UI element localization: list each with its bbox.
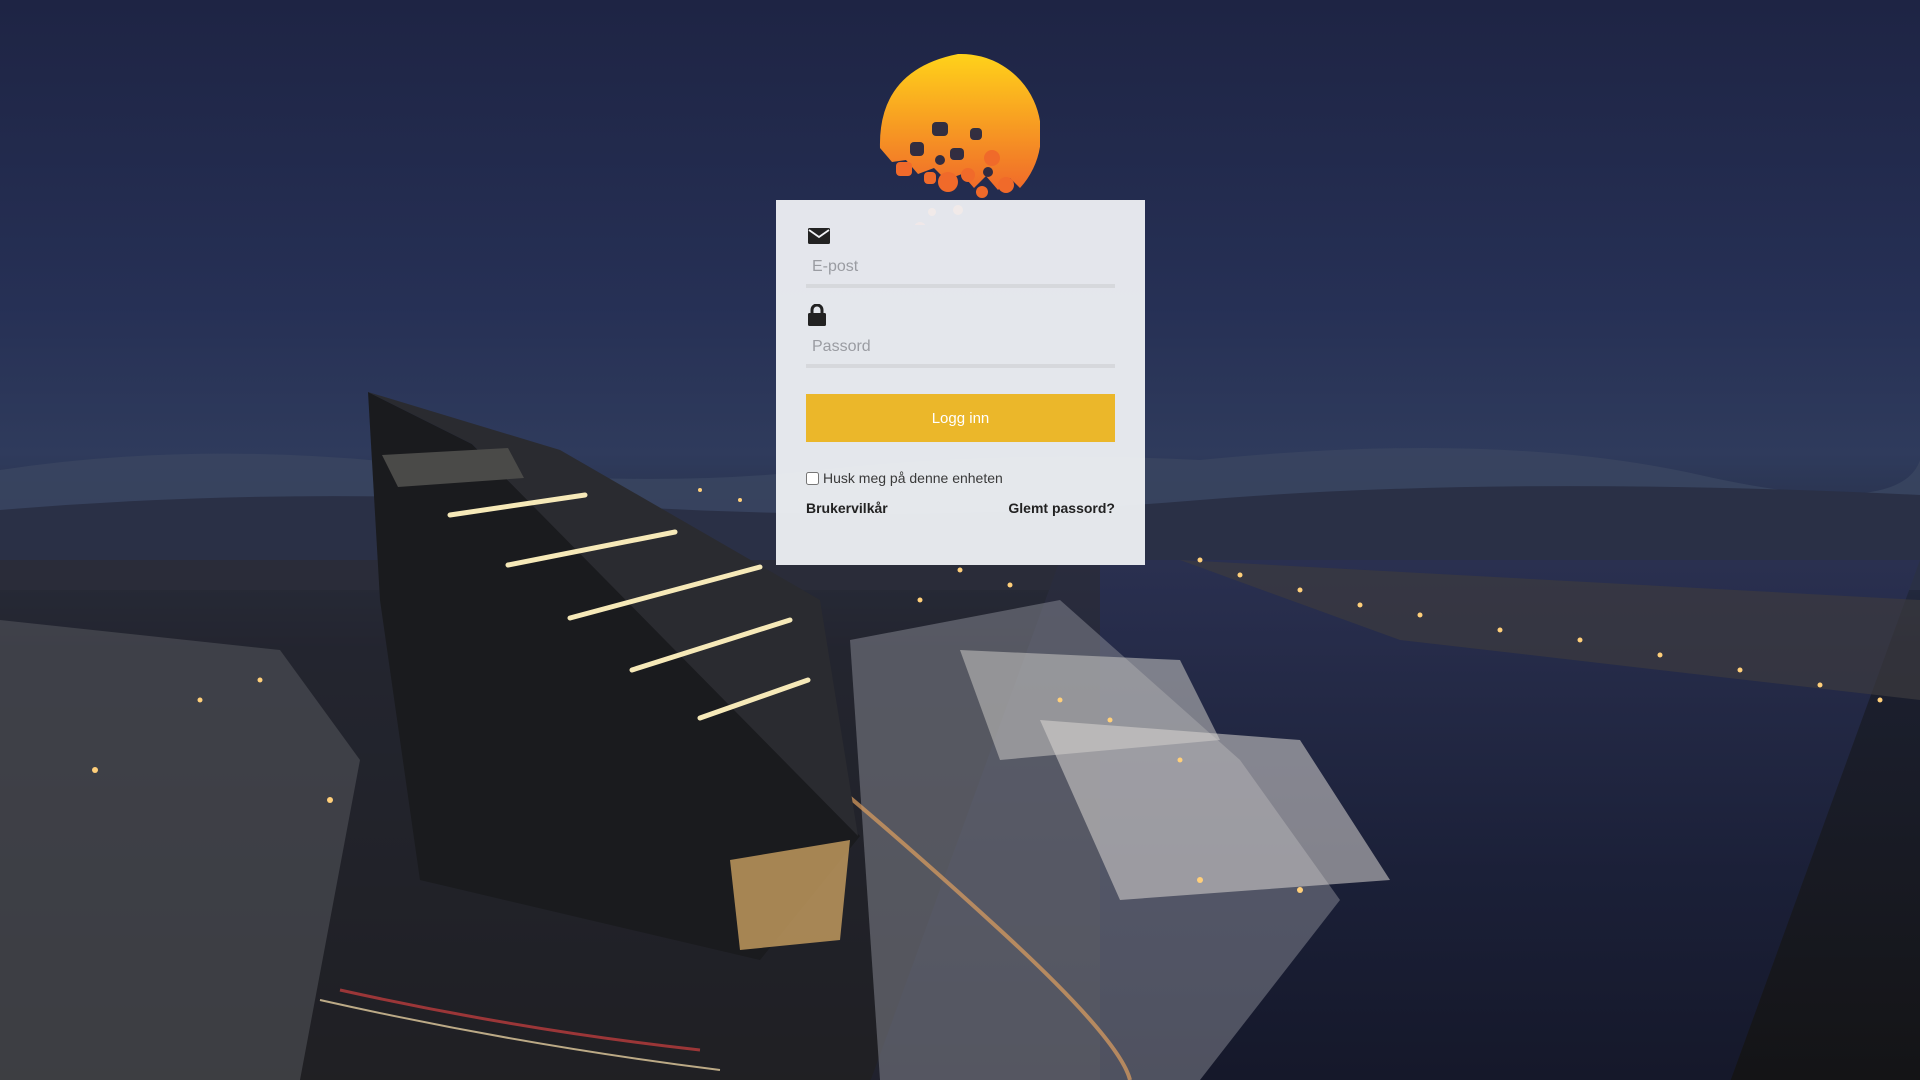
login-button[interactable]: Logg inn: [806, 394, 1115, 442]
footer-links: Brukervilkår Glemt passord?: [806, 500, 1115, 516]
remember-me-label: Husk meg på denne enheten: [823, 470, 1003, 486]
remember-me-row[interactable]: Husk meg på denne enheten: [806, 470, 1115, 486]
terms-link[interactable]: Brukervilkår: [806, 500, 888, 516]
email-input[interactable]: [806, 252, 1115, 288]
email-field-group: [806, 226, 1115, 288]
brand-logo: [879, 53, 1040, 225]
login-card: Logg inn Husk meg på denne enheten Bruke…: [776, 200, 1145, 565]
envelope-icon: [808, 228, 830, 244]
forgot-password-link[interactable]: Glemt passord?: [1008, 500, 1115, 516]
password-input[interactable]: [806, 332, 1115, 368]
password-field-group: [806, 304, 1115, 368]
lock-icon: [808, 304, 826, 326]
remember-me-checkbox[interactable]: [806, 471, 819, 485]
